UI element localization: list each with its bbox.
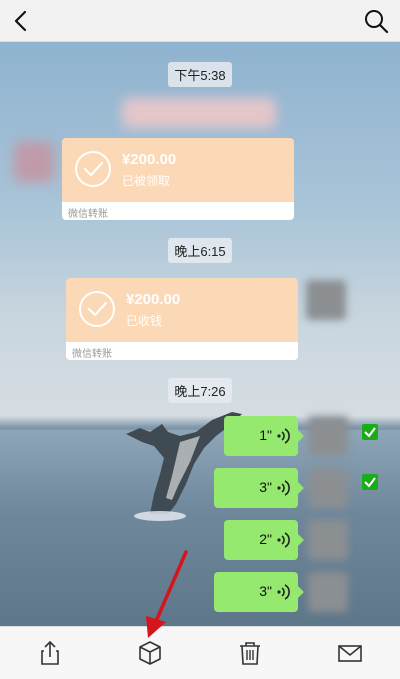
- search-icon[interactable]: [362, 7, 390, 35]
- blurred-avatar: [308, 416, 348, 456]
- timestamp: 晚上6:15: [0, 238, 400, 263]
- mail-icon[interactable]: [336, 639, 364, 667]
- bottom-toolbar: [0, 626, 400, 679]
- timestamp: 下午5:38: [0, 62, 400, 87]
- check-icon: [364, 477, 376, 488]
- back-icon[interactable]: [8, 7, 36, 35]
- sound-wave-icon: [277, 584, 290, 600]
- voice-duration: 3": [259, 583, 272, 599]
- transfer-footer: 微信转账: [66, 342, 298, 360]
- voice-duration: 1": [259, 427, 272, 443]
- transfer-amount: ¥200.00: [126, 291, 181, 308]
- voice-message[interactable]: 3": [214, 572, 304, 612]
- top-bar: [0, 0, 400, 42]
- blurred-avatar: [308, 468, 348, 508]
- red-arrow-annotation: [146, 550, 188, 638]
- check-circle-icon: [75, 151, 111, 187]
- check-circle-icon: [79, 291, 115, 327]
- voice-message[interactable]: 3": [214, 468, 304, 508]
- chat-area: 下午5:38 晚上6:15 晚上7:26 ¥200.00 已被领取 微信转账 ¥…: [0, 42, 400, 626]
- voice-duration: 3": [259, 479, 272, 495]
- blurred-avatar: [306, 280, 346, 320]
- selected-checkbox[interactable]: [362, 474, 378, 490]
- box-icon[interactable]: [136, 639, 164, 667]
- voice-message[interactable]: 2": [224, 520, 304, 560]
- transfer-body: ¥200.00 已被领取: [62, 138, 294, 204]
- transfer-footer: 微信转账: [62, 202, 294, 220]
- transfer-body: ¥200.00 已收钱: [66, 278, 298, 344]
- selected-checkbox[interactable]: [362, 424, 378, 440]
- share-icon[interactable]: [36, 639, 64, 667]
- transfer-card[interactable]: ¥200.00 已被领取 微信转账: [62, 138, 294, 220]
- sound-wave-icon: [277, 480, 290, 496]
- voice-message[interactable]: 1": [224, 416, 304, 456]
- timestamp: 晚上7:26: [0, 378, 400, 403]
- transfer-card[interactable]: ¥200.00 已收钱 微信转账: [66, 278, 298, 360]
- blurred-avatar: [308, 572, 348, 612]
- check-icon: [364, 427, 376, 438]
- blurred-message: [122, 98, 276, 128]
- trash-icon[interactable]: [236, 639, 264, 667]
- voice-duration: 2": [259, 531, 272, 547]
- sound-wave-icon: [277, 428, 290, 444]
- transfer-status: 已收钱: [126, 314, 163, 328]
- blurred-avatar: [14, 142, 54, 182]
- transfer-status: 已被领取: [122, 174, 171, 188]
- sound-wave-icon: [277, 532, 290, 548]
- transfer-amount: ¥200.00: [122, 151, 177, 168]
- blurred-avatar: [308, 520, 348, 560]
